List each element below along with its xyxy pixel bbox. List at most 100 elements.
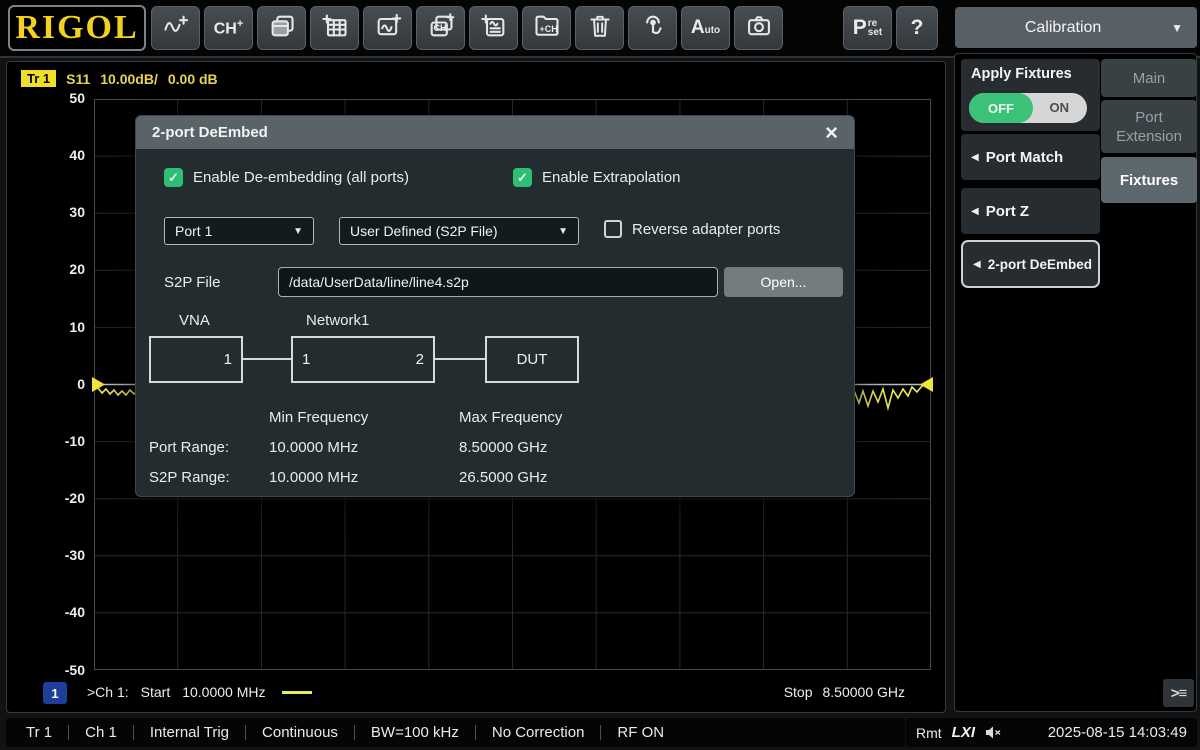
new-channel-folder-button[interactable]: +CH: [522, 6, 571, 50]
channel-prefix: >Ch 1:: [87, 684, 129, 700]
s2p-range-max: 26.5000 GHz: [459, 469, 547, 486]
help-icon: ?: [911, 16, 924, 40]
enable-deembed-label: Enable De-embedding (all ports): [193, 169, 409, 186]
max-frequency-header: Max Frequency: [459, 409, 562, 426]
tab-fixtures[interactable]: Fixtures: [1101, 157, 1197, 203]
y-axis-label: -10: [33, 433, 85, 449]
y-axis-label: 50: [33, 90, 85, 106]
apply-fixtures-toggle[interactable]: ON OFF: [969, 93, 1087, 123]
console-icon[interactable]: >≡: [1163, 679, 1194, 707]
toolbar-buttons: CH+ CH: [151, 6, 783, 50]
top-toolbar: RIGOL CH+ CH: [0, 0, 1200, 58]
y-axis-label: 40: [33, 147, 85, 163]
port-match-button[interactable]: ◀ Port Match: [961, 134, 1100, 180]
autoscale-button[interactable]: Auto: [681, 6, 730, 50]
port-z-button[interactable]: ◀ Port Z: [961, 188, 1100, 234]
apply-fixtures-panel: Apply Fixtures ON OFF: [961, 59, 1100, 131]
y-axis-label: -50: [33, 662, 85, 678]
rigol-logo: RIGOL: [8, 5, 146, 51]
system-status-bar: Rmt LXI 2025-08-15 14:03:49: [906, 718, 1197, 747]
add-trace-list-button[interactable]: [469, 6, 518, 50]
menu-title-dropdown[interactable]: Calibration ▼: [955, 7, 1197, 48]
status-trace: Tr 1: [26, 724, 52, 741]
channel-window-ch-label: CH: [434, 23, 447, 33]
status-channel: Ch 1: [85, 724, 117, 741]
network1-port2: 2: [416, 351, 424, 368]
logo-text: RIGOL: [15, 9, 138, 47]
add-channel-window-button[interactable]: CH: [416, 6, 465, 50]
vna-box: 1: [149, 336, 243, 383]
add-table-button[interactable]: [310, 6, 359, 50]
y-axis-label: 30: [33, 204, 85, 220]
screenshot-button[interactable]: [734, 6, 783, 50]
s2p-file-input[interactable]: [278, 267, 718, 297]
network-type-select[interactable]: User Defined (S2P File) ▼: [339, 217, 579, 245]
lxi-indicator: LXI: [952, 724, 975, 741]
y-axis-label: -40: [33, 604, 85, 620]
window-layout-icon: [268, 12, 296, 45]
tab-main[interactable]: Main: [1101, 59, 1197, 97]
touch-icon: [639, 12, 667, 45]
dut-label: DUT: [517, 351, 548, 368]
trace-param: S11: [66, 71, 90, 87]
add-trace-button[interactable]: [151, 6, 200, 50]
add-channel-button[interactable]: CH+: [204, 6, 253, 50]
dialog-title-bar[interactable]: 2-port DeEmbed ×: [136, 116, 854, 149]
remote-indicator: Rmt: [916, 725, 942, 741]
datetime: 2025-08-15 14:03:49: [1048, 724, 1187, 741]
new-channel-folder-icon: +CH: [533, 12, 561, 45]
speaker-muted-icon[interactable]: [985, 725, 1002, 740]
add-trace-window-icon: [374, 12, 402, 45]
preset-button[interactable]: P reset: [843, 6, 892, 50]
y-axis-label: -30: [33, 547, 85, 563]
enable-deembed-checkbox-row[interactable]: ✓ Enable De-embedding (all ports): [164, 168, 409, 187]
status-trigger: Internal Trig: [150, 724, 229, 741]
port-select[interactable]: Port 1 ▼: [164, 217, 314, 245]
start-label: Start: [141, 684, 171, 700]
status-correction: No Correction: [492, 724, 585, 741]
touch-button[interactable]: [628, 6, 677, 50]
menu-title: Calibration: [955, 19, 1171, 37]
open-file-button[interactable]: Open...: [724, 267, 843, 297]
folder-ch-label: +CH: [540, 24, 558, 34]
trace-badge[interactable]: Tr 1: [21, 70, 56, 87]
connector-line: [435, 358, 485, 360]
chevron-down-icon: ▼: [558, 226, 568, 237]
separator: [245, 725, 246, 740]
reverse-ports-checkbox-row[interactable]: Reverse adapter ports: [604, 220, 780, 238]
camera-icon: [745, 12, 773, 45]
stop-label: Stop: [784, 684, 813, 700]
window-layout-button[interactable]: [257, 6, 306, 50]
deembed-button[interactable]: ◀ 2-port DeEmbed: [961, 240, 1100, 288]
connector-line: [243, 358, 291, 360]
help-button[interactable]: ?: [896, 6, 938, 50]
left-arrow-icon: ◀: [973, 259, 981, 270]
checkbox-checked-icon[interactable]: ✓: [164, 168, 183, 187]
close-icon[interactable]: ×: [825, 123, 838, 143]
enable-extrapolation-checkbox-row[interactable]: ✓ Enable Extrapolation: [513, 168, 680, 187]
channel-badge[interactable]: 1: [43, 682, 67, 704]
add-trace-window-button[interactable]: [363, 6, 412, 50]
vna-port-number: 1: [224, 351, 232, 368]
auto-icon: Auto: [691, 17, 720, 39]
channel-plus-icon: CH+: [214, 18, 244, 38]
s2p-file-label: S2P File: [164, 274, 220, 291]
reverse-ports-label: Reverse adapter ports: [632, 221, 780, 238]
status-bandwidth: BW=100 kHz: [371, 724, 459, 741]
checkbox-checked-icon[interactable]: ✓: [513, 168, 532, 187]
tab-port-extension[interactable]: Port Extension: [1101, 100, 1197, 153]
start-frequency[interactable]: >Ch 1: Start 10.0000 MHz: [87, 684, 312, 700]
apply-fixtures-label: Apply Fixtures: [961, 59, 1100, 82]
checkbox-unchecked-icon[interactable]: [604, 220, 622, 238]
network1-box: 1 2: [291, 336, 435, 383]
enable-extrapolation-label: Enable Extrapolation: [542, 169, 680, 186]
min-frequency-header: Min Frequency: [269, 409, 368, 426]
delete-button[interactable]: [575, 6, 624, 50]
add-table-icon: [321, 12, 349, 45]
stop-value: 8.50000 GHz: [823, 684, 906, 700]
stop-frequency[interactable]: Stop 8.50000 GHz: [784, 684, 905, 700]
start-value: 10.0000 MHz: [182, 684, 265, 700]
s2p-range-label: S2P Range:: [149, 469, 230, 486]
reference-marker-right[interactable]: [920, 377, 933, 392]
chevron-down-icon: ▼: [293, 226, 303, 237]
